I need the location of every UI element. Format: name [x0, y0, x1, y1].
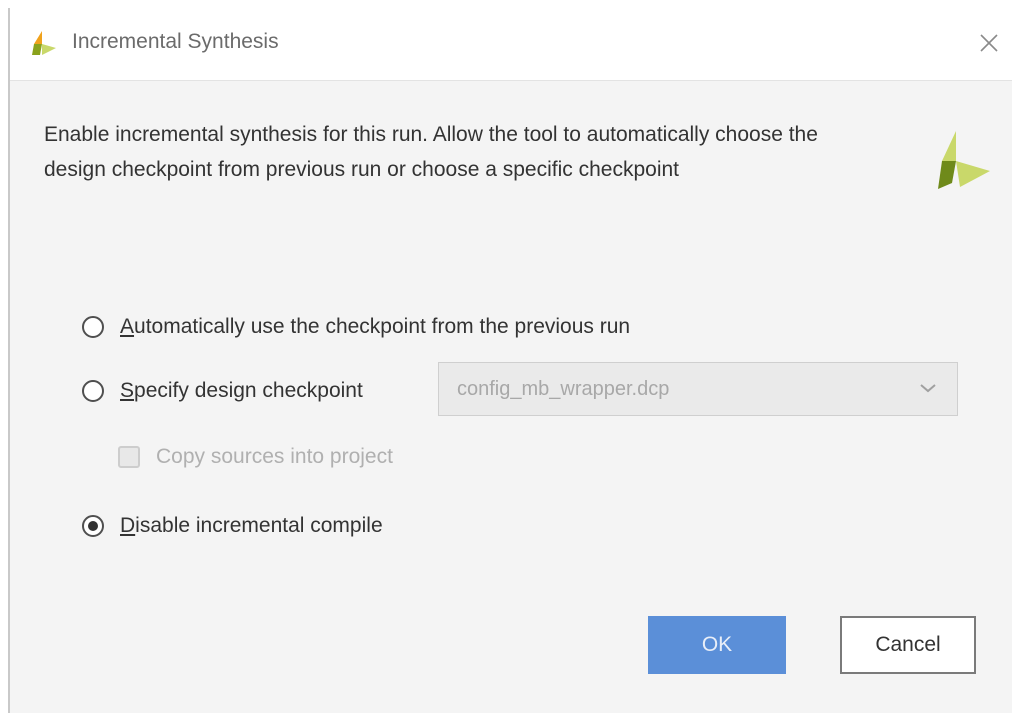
vivado-logo-icon — [32, 31, 56, 55]
cancel-button[interactable]: Cancel — [840, 616, 976, 674]
chevron-down-icon[interactable] — [919, 381, 937, 395]
copy-sources-checkbox-row: Copy sources into project — [118, 445, 393, 469]
radio-specify-checkpoint[interactable]: Specify design checkpoint — [82, 377, 363, 405]
description-text: Enable incremental synthesis for this ru… — [44, 123, 818, 181]
ok-button[interactable]: OK — [648, 616, 786, 674]
radio-button-selected[interactable] — [82, 515, 104, 537]
copy-sources-label: Copy sources into project — [156, 445, 393, 468]
close-icon[interactable] — [972, 26, 1006, 60]
radio-button[interactable] — [82, 380, 104, 402]
radio-button[interactable] — [82, 316, 104, 338]
dialog-title: Incremental Synthesis — [72, 30, 279, 53]
radio-specify-label: Specify design checkpoint — [120, 379, 363, 402]
title-bar: Incremental Synthesis — [10, 8, 1012, 81]
checkpoint-dropdown[interactable]: config_mb_wrapper.dcp — [438, 362, 958, 416]
incremental-synthesis-dialog: Incremental Synthesis Enable incremental… — [8, 8, 1012, 713]
radio-disable-incremental[interactable]: Disable incremental compile — [82, 512, 383, 540]
dialog-body: Enable incremental synthesis for this ru… — [10, 81, 1012, 713]
checkpoint-dropdown-value: config_mb_wrapper.dcp — [457, 377, 670, 400]
copy-sources-checkbox — [118, 446, 140, 468]
radio-auto-checkpoint[interactable]: Automatically use the checkpoint from th… — [82, 313, 630, 341]
vivado-logo-icon — [938, 131, 990, 189]
radio-disable-label: Disable incremental compile — [120, 514, 383, 537]
radio-auto-label: Automatically use the checkpoint from th… — [120, 315, 631, 338]
